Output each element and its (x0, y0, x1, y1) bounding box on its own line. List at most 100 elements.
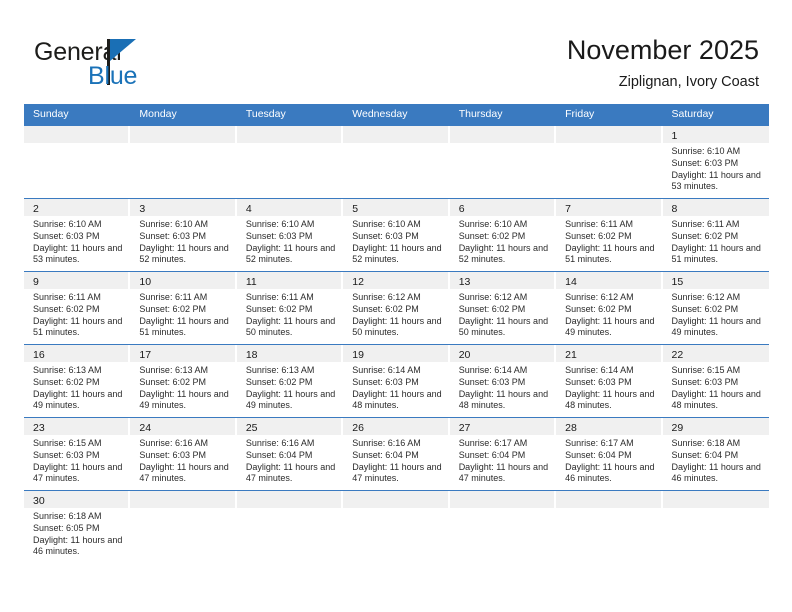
day-cell[interactable]: 18 Sunrise: 6:13 AM Sunset: 6:02 PM Dayl… (236, 345, 343, 417)
day-cell[interactable]: 24 Sunrise: 6:16 AM Sunset: 6:03 PM Dayl… (130, 418, 236, 490)
brand-logo[interactable]: General Blue (34, 38, 254, 94)
day-number-band (556, 491, 661, 508)
day-cell[interactable]: 9 Sunrise: 6:11 AM Sunset: 6:02 PM Dayli… (24, 272, 130, 344)
day-details (450, 508, 556, 511)
daylight-text: Daylight: 11 hours and 50 minutes. (352, 315, 442, 338)
sunrise-text: Sunrise: 6:10 AM (352, 219, 421, 229)
daylight-text: Daylight: 11 hours and 51 minutes. (671, 242, 761, 265)
day-number: 7 (565, 203, 571, 215)
sunset-text: Sunset: 6:03 PM (352, 230, 419, 241)
day-cell[interactable]: 21 Sunrise: 6:14 AM Sunset: 6:03 PM Dayl… (556, 345, 662, 417)
sunrise-text: Sunrise: 6:15 AM (33, 438, 102, 448)
day-cell[interactable] (24, 126, 130, 198)
sunset-text: Sunset: 6:03 PM (458, 376, 526, 387)
daylight-text: Daylight: 11 hours and 46 minutes. (33, 534, 123, 557)
day-number (556, 130, 565, 142)
day-cell[interactable]: 3 Sunrise: 6:10 AM Sunset: 6:03 PM Dayli… (130, 199, 236, 271)
sunrise-text: Sunrise: 6:16 AM (139, 438, 208, 448)
day-number-band (662, 491, 769, 508)
day-cell[interactable]: 27 Sunrise: 6:17 AM Sunset: 6:04 PM Dayl… (449, 418, 556, 490)
day-cell[interactable]: 6 Sunrise: 6:10 AM Sunset: 6:02 PM Dayli… (449, 199, 556, 271)
day-cell[interactable]: 22 Sunrise: 6:15 AM Sunset: 6:03 PM Dayl… (662, 345, 769, 417)
day-number-band: 23 (24, 418, 129, 435)
day-number: 8 (671, 203, 678, 215)
day-details (237, 508, 343, 511)
sunset-text: Sunset: 6:03 PM (671, 157, 739, 168)
day-details: Sunrise: 6:11 AM Sunset: 6:02 PM Dayligh… (24, 289, 130, 339)
day-number-band: 19 (343, 345, 448, 362)
day-cell[interactable]: 15 Sunrise: 6:12 AM Sunset: 6:02 PM Dayl… (662, 272, 769, 344)
day-number: 6 (458, 203, 465, 215)
day-cell[interactable] (343, 491, 449, 574)
daylight-text: Daylight: 11 hours and 50 minutes. (245, 315, 336, 338)
day-cell[interactable]: 8 Sunrise: 6:11 AM Sunset: 6:02 PM Dayli… (662, 199, 769, 271)
day-cell[interactable]: 11 Sunrise: 6:11 AM Sunset: 6:02 PM Dayl… (236, 272, 343, 344)
daylight-text: Daylight: 11 hours and 51 minutes. (139, 315, 229, 338)
daylight-text: Daylight: 11 hours and 51 minutes. (565, 242, 655, 265)
day-details: Sunrise: 6:12 AM Sunset: 6:02 PM Dayligh… (663, 289, 769, 339)
calendar-table: Sunday Monday Tuesday Wednesday Thursday… (24, 104, 769, 574)
daylight-text: Daylight: 11 hours and 48 minutes. (565, 388, 655, 411)
sunrise-text: Sunrise: 6:14 AM (565, 365, 634, 375)
sunset-text: Sunset: 6:03 PM (33, 449, 100, 460)
sunrise-text: Sunrise: 6:11 AM (139, 292, 208, 302)
day-number-band (130, 126, 235, 143)
day-cell[interactable]: 13 Sunrise: 6:12 AM Sunset: 6:02 PM Dayl… (449, 272, 556, 344)
daylight-text: Daylight: 11 hours and 53 minutes. (33, 242, 123, 265)
day-cell[interactable]: 23 Sunrise: 6:15 AM Sunset: 6:03 PM Dayl… (24, 418, 130, 490)
day-cell[interactable]: 16 Sunrise: 6:13 AM Sunset: 6:02 PM Dayl… (24, 345, 130, 417)
day-cell[interactable] (236, 491, 343, 574)
day-cell[interactable] (449, 126, 556, 198)
day-cell[interactable] (449, 491, 556, 574)
day-number-band: 18 (236, 345, 342, 362)
day-number: 25 (245, 422, 258, 434)
day-cell[interactable]: 20 Sunrise: 6:14 AM Sunset: 6:03 PM Dayl… (449, 345, 556, 417)
sunset-text: Sunset: 6:03 PM (671, 376, 739, 387)
day-number-band: 7 (556, 199, 661, 216)
day-number-band: 4 (236, 199, 342, 216)
day-cell[interactable]: 10 Sunrise: 6:11 AM Sunset: 6:02 PM Dayl… (130, 272, 236, 344)
day-cell[interactable]: 7 Sunrise: 6:11 AM Sunset: 6:02 PM Dayli… (556, 199, 662, 271)
sunset-text: Sunset: 6:03 PM (33, 230, 100, 241)
sunrise-text: Sunrise: 6:11 AM (33, 292, 101, 302)
day-cell[interactable] (662, 491, 769, 574)
logo-triangle-icon (110, 39, 136, 61)
day-cell[interactable]: 30 Sunrise: 6:18 AM Sunset: 6:05 PM Dayl… (24, 491, 130, 574)
day-cell[interactable]: 26 Sunrise: 6:16 AM Sunset: 6:04 PM Dayl… (343, 418, 449, 490)
day-details: Sunrise: 6:13 AM Sunset: 6:02 PM Dayligh… (237, 362, 343, 412)
day-cell[interactable]: 5 Sunrise: 6:10 AM Sunset: 6:03 PM Dayli… (343, 199, 449, 271)
daylight-text: Daylight: 11 hours and 47 minutes. (139, 461, 229, 484)
day-cell[interactable] (130, 491, 236, 574)
sunset-text: Sunset: 6:05 PM (33, 522, 100, 533)
day-details: Sunrise: 6:18 AM Sunset: 6:04 PM Dayligh… (663, 435, 769, 485)
sunset-text: Sunset: 6:02 PM (33, 376, 100, 387)
day-cell[interactable] (130, 126, 236, 198)
day-cell[interactable]: 4 Sunrise: 6:10 AM Sunset: 6:03 PM Dayli… (236, 199, 343, 271)
day-cell[interactable]: 29 Sunrise: 6:18 AM Sunset: 6:04 PM Dayl… (662, 418, 769, 490)
day-number-band: 2 (24, 199, 129, 216)
day-number (343, 495, 352, 507)
day-details: Sunrise: 6:17 AM Sunset: 6:04 PM Dayligh… (556, 435, 662, 485)
sunset-text: Sunset: 6:02 PM (565, 303, 632, 314)
day-details: Sunrise: 6:11 AM Sunset: 6:02 PM Dayligh… (237, 289, 343, 339)
day-details: Sunrise: 6:16 AM Sunset: 6:04 PM Dayligh… (237, 435, 343, 485)
day-cell[interactable] (236, 126, 343, 198)
day-cell[interactable]: 12 Sunrise: 6:12 AM Sunset: 6:02 PM Dayl… (343, 272, 449, 344)
weekday-wednesday: Wednesday (352, 108, 408, 120)
day-number: 19 (352, 349, 364, 361)
sunrise-text: Sunrise: 6:11 AM (565, 219, 633, 229)
day-cell[interactable]: 2 Sunrise: 6:10 AM Sunset: 6:03 PM Dayli… (24, 199, 130, 271)
day-cell[interactable]: 19 Sunrise: 6:14 AM Sunset: 6:03 PM Dayl… (343, 345, 449, 417)
daylight-text: Daylight: 11 hours and 47 minutes. (458, 461, 549, 484)
day-number-band (449, 491, 555, 508)
day-cell[interactable] (343, 126, 449, 198)
sunset-text: Sunset: 6:03 PM (245, 230, 313, 241)
day-cell[interactable] (556, 126, 662, 198)
day-cell[interactable]: 17 Sunrise: 6:13 AM Sunset: 6:02 PM Dayl… (130, 345, 236, 417)
day-cell[interactable]: 28 Sunrise: 6:17 AM Sunset: 6:04 PM Dayl… (556, 418, 662, 490)
day-cell[interactable]: 25 Sunrise: 6:16 AM Sunset: 6:04 PM Dayl… (236, 418, 343, 490)
day-cell[interactable]: 1 Sunrise: 6:10 AM Sunset: 6:03 PM Dayli… (662, 126, 769, 198)
day-cell[interactable]: 14 Sunrise: 6:12 AM Sunset: 6:02 PM Dayl… (556, 272, 662, 344)
day-number: 10 (139, 276, 152, 288)
day-cell[interactable] (556, 491, 662, 574)
